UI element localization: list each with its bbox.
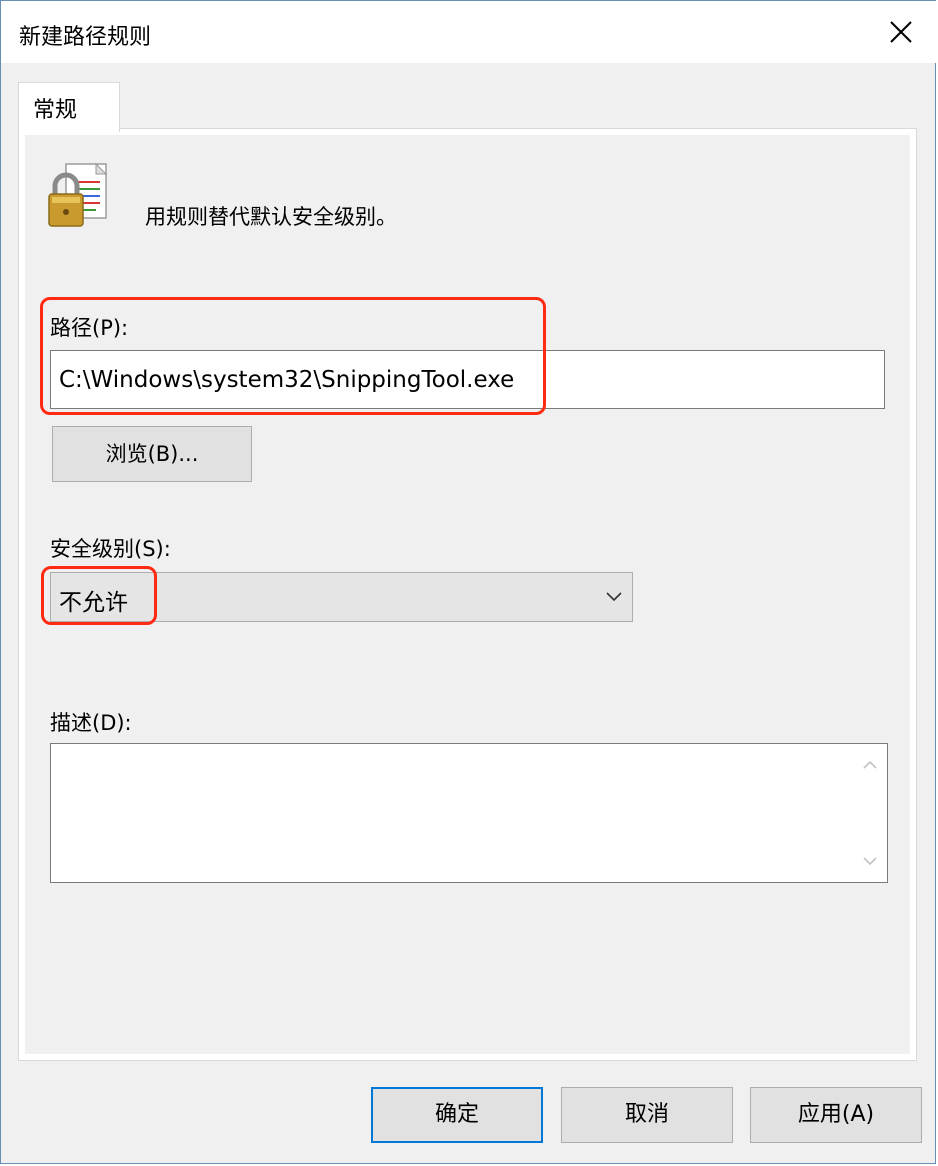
dialog-title: 新建路径规则 bbox=[19, 25, 152, 50]
path-label: 路径(P): bbox=[50, 316, 129, 340]
chevron-down-icon bbox=[606, 592, 622, 602]
browse-button[interactable]: 浏览(B)... bbox=[52, 426, 252, 482]
description-textarea[interactable] bbox=[50, 743, 888, 883]
security-level-dropdown[interactable]: 不允许 bbox=[50, 572, 633, 622]
scroll-down-icon[interactable] bbox=[862, 855, 878, 867]
cancel-button[interactable]: 取消 bbox=[561, 1087, 733, 1143]
path-input[interactable] bbox=[50, 350, 885, 409]
description-scrollbar[interactable] bbox=[854, 745, 886, 881]
scroll-up-icon[interactable] bbox=[862, 759, 878, 771]
security-level-value: 不允许 bbox=[59, 590, 128, 616]
description-label: 描述(D): bbox=[50, 711, 132, 735]
close-icon bbox=[890, 21, 912, 43]
rule-description: 用规则替代默认安全级别。 bbox=[145, 205, 397, 229]
ok-button[interactable]: 确定 bbox=[371, 1087, 543, 1143]
title-bar: 新建路径规则 bbox=[1, 1, 937, 63]
tab-general[interactable]: 常规 bbox=[18, 82, 120, 132]
padlock-document-icon bbox=[48, 162, 108, 227]
tab-general-label: 常规 bbox=[33, 98, 78, 123]
apply-button[interactable]: 应用(A) bbox=[750, 1087, 922, 1143]
close-button[interactable] bbox=[867, 1, 937, 63]
security-level-label: 安全级别(S): bbox=[50, 537, 171, 561]
